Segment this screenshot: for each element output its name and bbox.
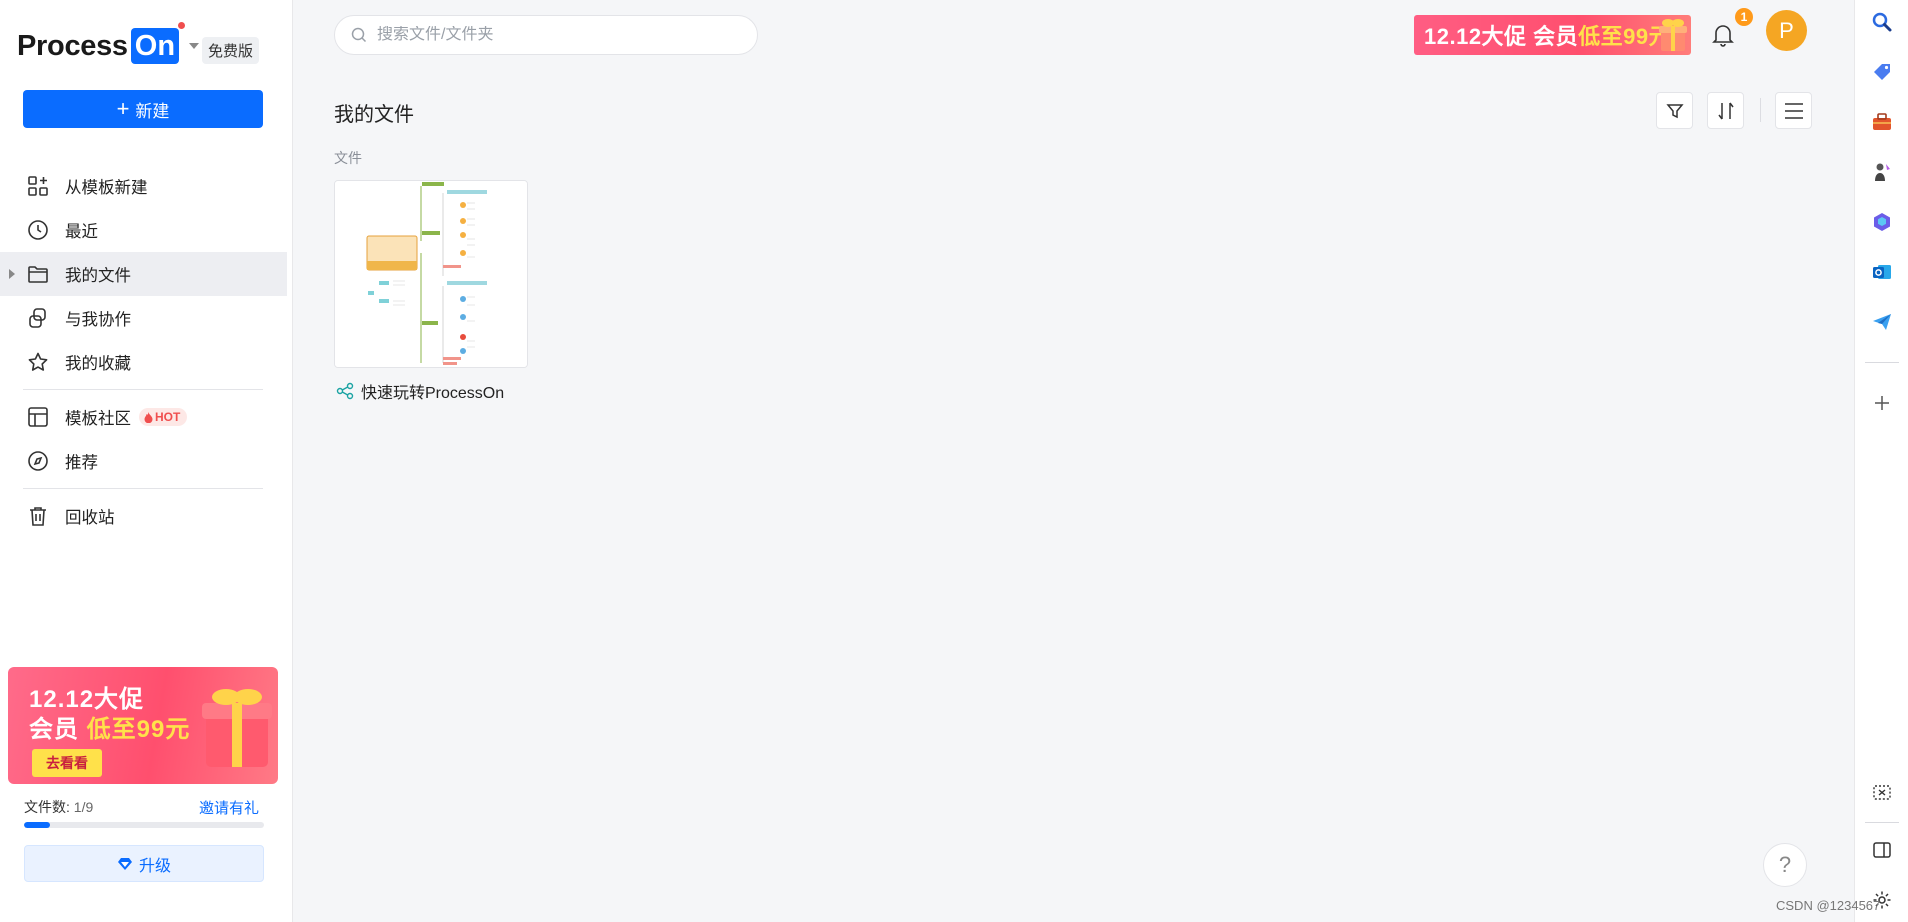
invite-link[interactable]: 邀请有礼	[199, 797, 259, 818]
folder-icon	[27, 263, 49, 285]
sidebar-item-recent[interactable]: 最近	[0, 208, 293, 252]
notification-badge: 1	[1735, 8, 1753, 26]
search-input[interactable]	[377, 26, 737, 44]
edition-badge: 免费版	[202, 37, 260, 64]
expand-arrow-icon[interactable]	[9, 269, 15, 279]
sidebar-item-label: 模板社区	[65, 410, 131, 428]
add-icon[interactable]	[1869, 390, 1895, 416]
diamond-icon	[117, 857, 132, 870]
plus-icon: +	[116, 96, 130, 121]
filter-icon	[1665, 103, 1684, 118]
sidebar-nav: 从模板新建 最近 我的文件 与我协作 我的收藏 模板社区 HOT 推荐 回收站	[0, 164, 293, 538]
mindmap-icon	[336, 382, 354, 400]
page-title: 我的文件	[334, 104, 414, 126]
tag-icon[interactable]	[1869, 59, 1895, 85]
divider	[23, 389, 263, 390]
upgrade-label: 升级	[138, 857, 171, 875]
sidebar-item-collaborate[interactable]: 与我协作	[0, 296, 293, 340]
chess-icon[interactable]	[1869, 159, 1895, 185]
sidebar-item-favorites[interactable]: 我的收藏	[0, 340, 293, 384]
sidebar-item-label: 回收站	[65, 509, 115, 527]
logo[interactable]: Process On	[17, 22, 200, 64]
sidebar: Process On 免费版 + 新建 从模板新建 最近 我的文件 与我协作 我…	[0, 0, 293, 922]
screenshot-icon[interactable]	[1869, 780, 1895, 806]
star-icon	[27, 351, 49, 373]
template-grid-icon	[27, 175, 49, 197]
list-view-button[interactable]	[1775, 92, 1812, 129]
file-thumbnail	[335, 181, 527, 367]
rail-divider	[1865, 362, 1899, 363]
trash-icon	[27, 505, 49, 527]
sidebar-item-recommend[interactable]: 推荐	[0, 439, 293, 483]
layout-icon	[27, 406, 49, 428]
collaborate-icon	[27, 307, 49, 329]
file-count: 文件数: 1/9	[24, 799, 94, 815]
promo-banner[interactable]: 12.12大促 会员 低至99元 去看看	[8, 667, 278, 784]
divider	[23, 488, 263, 489]
clock-icon	[27, 219, 49, 241]
right-rail	[1854, 0, 1908, 922]
bell-icon[interactable]	[1710, 22, 1736, 48]
new-button-label: 新建	[135, 101, 170, 121]
header-promo-banner[interactable]: 12.12大促 会员 低至99元	[1414, 15, 1691, 55]
gift-icon	[1659, 19, 1687, 51]
header-promo-highlight: 低至99元	[1578, 24, 1672, 49]
hot-badge: HOT	[139, 408, 188, 426]
progress-fill	[24, 822, 51, 828]
sidebar-item-label: 我的文件	[65, 267, 131, 285]
sidebar-item-label: 最近	[65, 223, 98, 241]
chevron-down-icon[interactable]	[189, 43, 200, 49]
file-name-label: 快速玩转ProcessOn	[361, 385, 505, 402]
logo-dot-icon	[178, 22, 186, 29]
section-label: 文件	[334, 150, 362, 166]
avatar[interactable]: P	[1766, 10, 1807, 51]
sort-button[interactable]	[1707, 92, 1744, 129]
toolbox-icon[interactable]	[1869, 109, 1895, 135]
rail-divider	[1865, 822, 1899, 823]
sidebar-item-my-files[interactable]: 我的文件	[0, 252, 287, 296]
copilot-icon[interactable]	[1869, 209, 1895, 235]
send-icon[interactable]	[1869, 309, 1895, 335]
sidebar-toggle-icon[interactable]	[1869, 837, 1895, 863]
sidebar-item-from-template[interactable]: 从模板新建	[0, 164, 293, 208]
sidebar-item-template-community[interactable]: 模板社区 HOT	[0, 395, 293, 439]
header-promo-text: 12.12大促 会员	[1424, 24, 1579, 49]
file-name[interactable]: 快速玩转ProcessOn	[336, 379, 504, 403]
promo-button[interactable]: 去看看	[32, 749, 102, 777]
compass-icon	[27, 450, 49, 472]
sidebar-item-trash[interactable]: 回收站	[0, 494, 293, 538]
promo-line2: 会员 低至99元	[29, 716, 191, 743]
sort-icon	[1717, 102, 1734, 119]
logo-text: Process	[17, 29, 128, 62]
outlook-icon[interactable]	[1869, 259, 1895, 285]
upgrade-button[interactable]: 升级	[24, 845, 264, 882]
logo-on: On	[130, 22, 186, 64]
sidebar-item-label: 从模板新建	[65, 179, 148, 197]
flame-icon	[144, 411, 153, 423]
search-icon[interactable]	[1869, 9, 1895, 35]
help-button[interactable]: ?	[1763, 843, 1807, 887]
sidebar-item-label: 推荐	[65, 454, 98, 472]
sidebar-item-label: 与我协作	[65, 311, 131, 329]
filter-button[interactable]	[1656, 92, 1693, 129]
new-button[interactable]: + 新建	[23, 90, 263, 128]
gift-icon	[202, 689, 272, 767]
search-icon	[351, 27, 367, 43]
search-bar[interactable]	[334, 15, 758, 55]
watermark: CSDN @1234567	[1776, 898, 1881, 913]
toolbar-divider	[1760, 98, 1761, 122]
sidebar-item-label: 我的收藏	[65, 355, 131, 373]
menu-icon	[1784, 102, 1803, 119]
file-count-progress	[24, 822, 264, 828]
file-card[interactable]	[334, 180, 528, 368]
